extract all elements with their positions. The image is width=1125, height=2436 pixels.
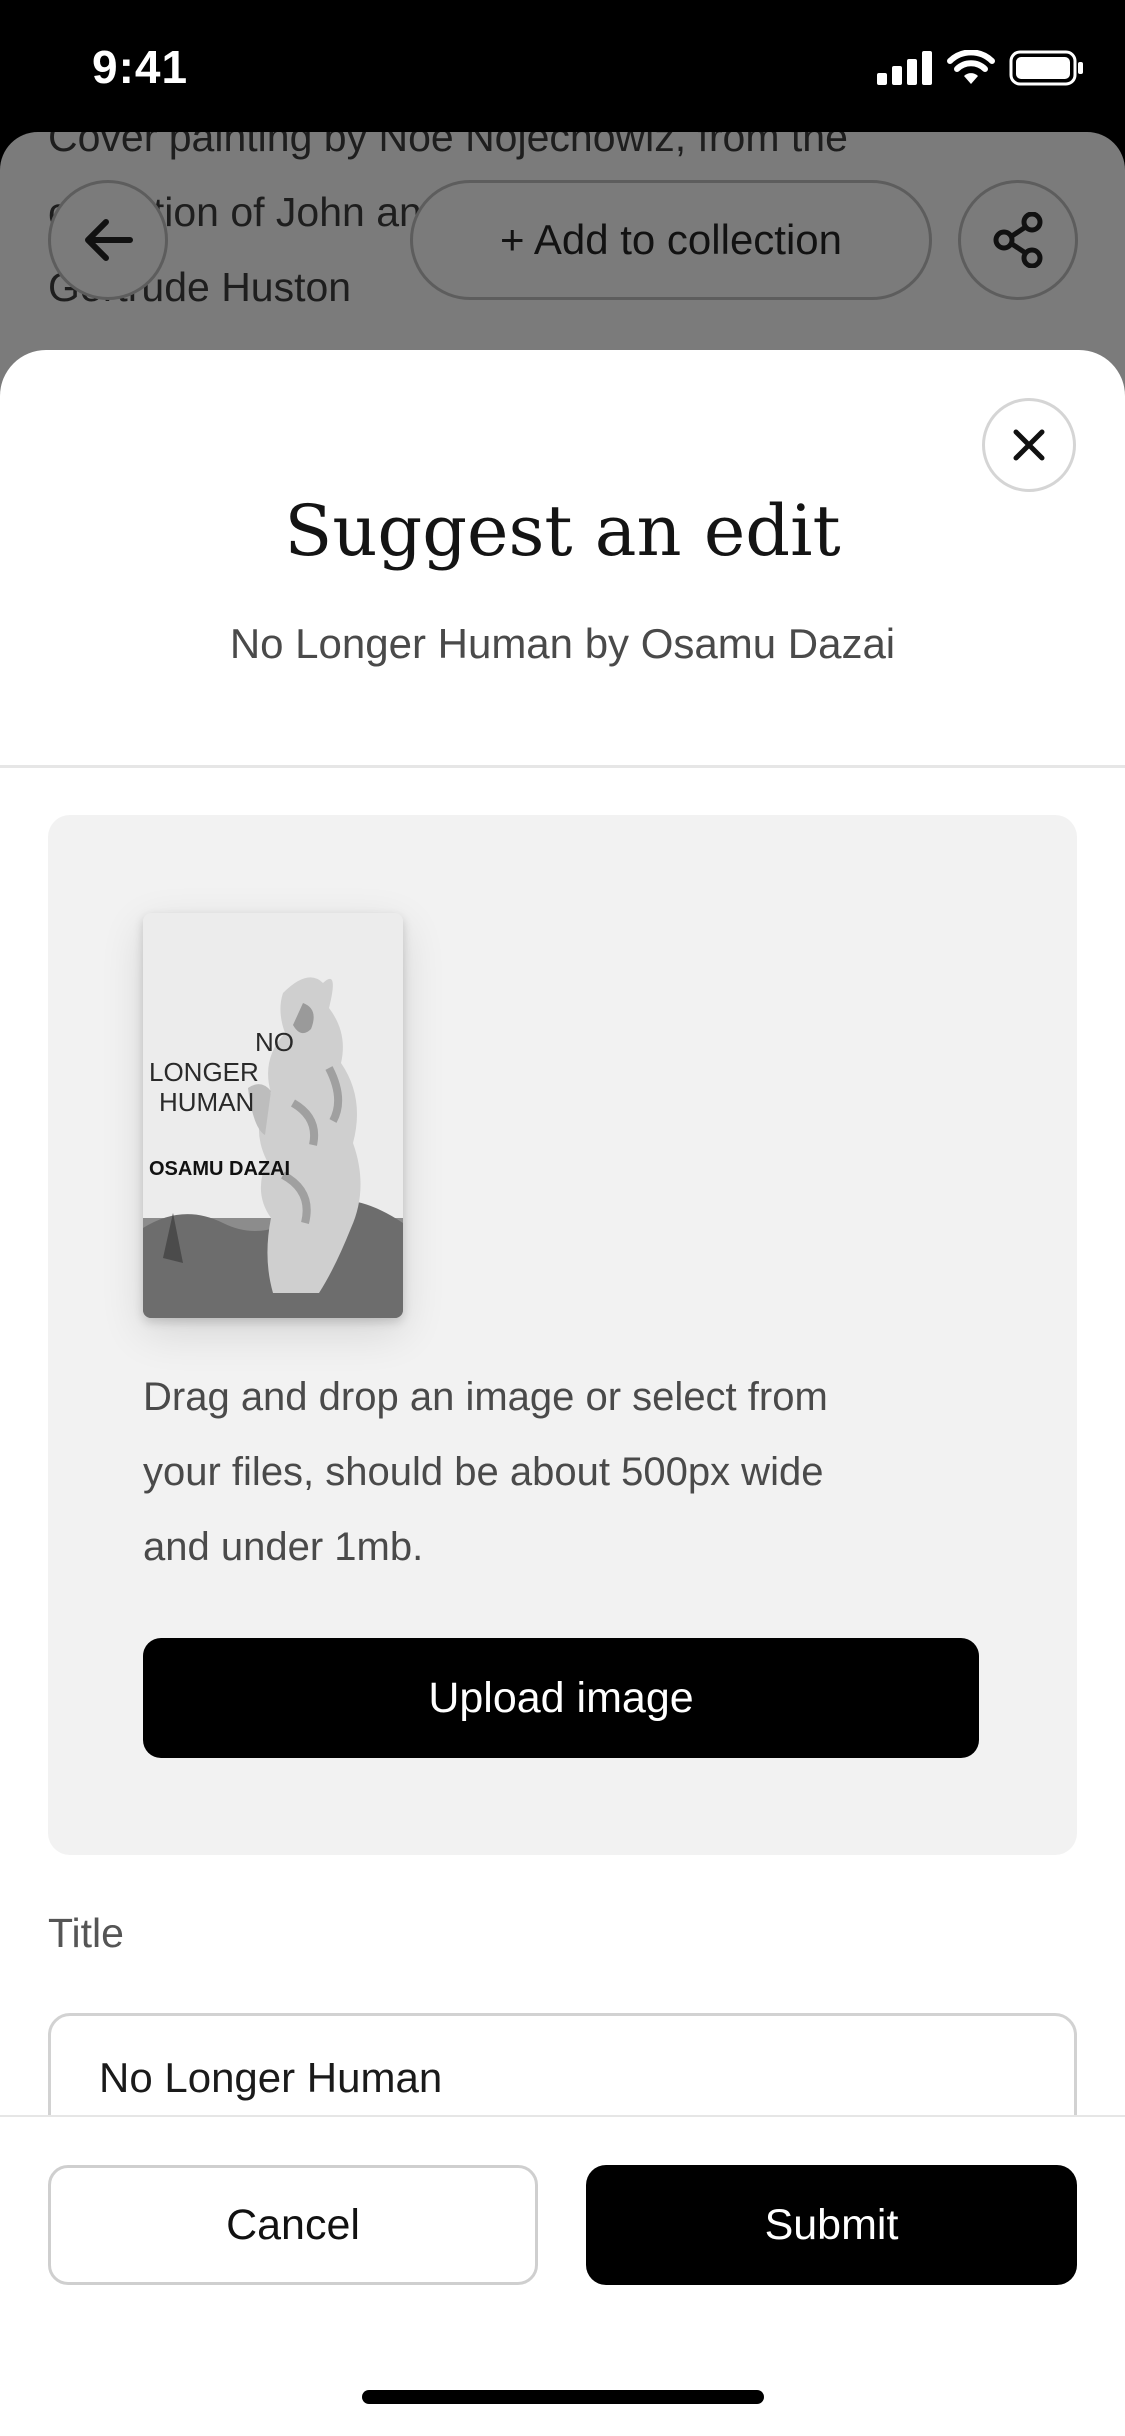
battery-icon [1009,50,1083,86]
book-subtitle: No Longer Human by Osamu Dazai [229,620,896,667]
cover-title-line: LONGER [149,1057,259,1087]
cellular-signal-icon [877,51,932,85]
add-to-collection-button[interactable]: + Add to collection [410,180,932,300]
arrow-left-icon [85,219,133,261]
home-indicator[interactable] [362,2390,764,2404]
add-to-collection-label: + Add to collection [499,216,843,263]
submit-button[interactable]: Submit [586,2165,1077,2285]
cancel-label: Cancel [226,2200,360,2249]
book-cover-image: NO LONGER HUMAN OSAMU DAZAI [143,913,403,1318]
wifi-icon [947,50,995,84]
upload-image-button[interactable]: Upload image [143,1638,979,1758]
submit-label: Submit [764,2200,899,2249]
sheet-footer: Cancel Submit [0,2115,1125,2336]
status-time: 9:41 [92,41,189,93]
status-icons [877,48,1085,88]
upload-instructions-line: and under 1mb. [143,1525,424,1569]
title-field-label: Title [48,1910,124,1956]
upload-instructions: Drag and drop an image or select from yo… [143,1360,963,1585]
cancel-button[interactable]: Cancel [48,2165,538,2285]
book-cover-art: NO LONGER HUMAN OSAMU DAZAI [143,913,403,1318]
home-indicator-area [0,2336,1125,2436]
close-icon [1013,429,1045,461]
upload-instructions-line: your files, should be about 500px wide [143,1450,824,1494]
caption-line: Cover painting by Noe Nojechowiz, from t… [48,132,848,160]
upload-image-label: Upload image [428,1673,694,1722]
share-button[interactable] [958,180,1078,300]
back-button[interactable] [48,180,168,300]
close-button[interactable] [982,398,1076,492]
divider [0,765,1125,768]
cover-author: OSAMU DAZAI [149,1158,290,1180]
sheet-title: Suggest an edit [284,490,841,572]
status-bar: 9:41 [0,0,1125,134]
suggest-edit-sheet: Suggest an edit No Longer Human by Osamu… [0,350,1125,2336]
cover-title-line: NO [255,1027,294,1057]
cover-title-line: HUMAN [159,1087,254,1117]
image-upload-panel[interactable]: NO LONGER HUMAN OSAMU DAZAI Drag and dro… [48,815,1077,1855]
share-icon [993,212,1043,268]
upload-instructions-line: Drag and drop an image or select from [143,1375,828,1419]
